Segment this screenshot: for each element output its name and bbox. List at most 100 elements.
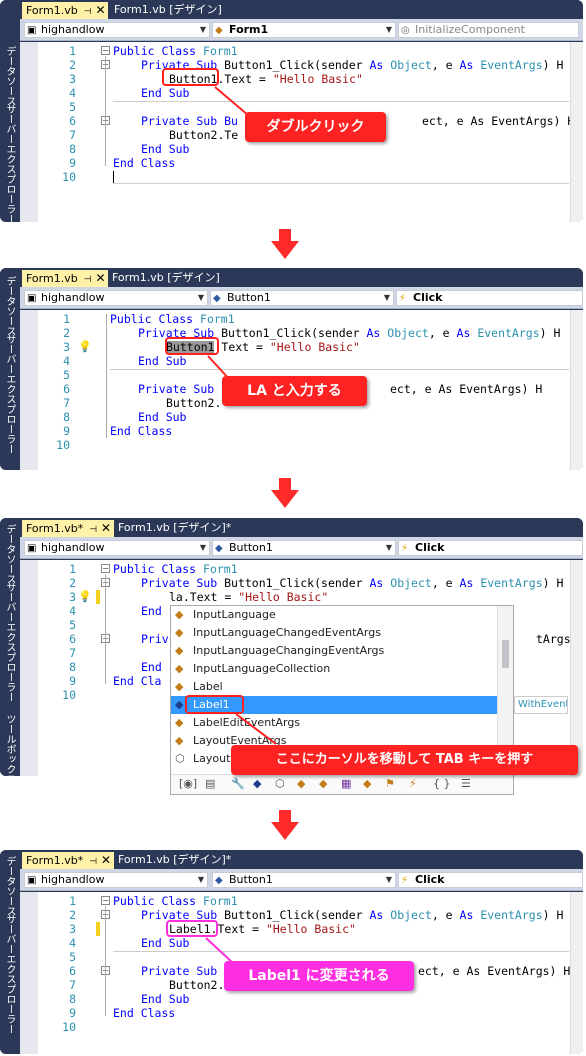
vertical-scrollbar[interactable] [570, 892, 583, 1054]
class-combo[interactable]: ◆ Button1 ▼ [210, 290, 394, 306]
project-combo[interactable]: ▣ highandlow ▼ [24, 22, 210, 38]
line-number: 6 [63, 382, 70, 396]
line-number: 2 [63, 326, 70, 340]
list-item[interactable]: ◆ InputLanguageCollection [171, 660, 497, 678]
filter-icon[interactable]: ◆ [319, 777, 327, 790]
type-name: EventArgs [477, 326, 540, 340]
vertical-scrollbar[interactable] [570, 42, 583, 222]
tab-form1-designer[interactable]: Form1.vb [デザイン]* [114, 852, 235, 869]
line-number: 1 [69, 562, 76, 576]
server-explorer-tab[interactable]: サーバーエクスプローラー [2, 582, 17, 702]
editor-gutter [20, 892, 38, 1054]
project-combo[interactable]: ▣ highandlow ▼ [24, 872, 208, 888]
line-number: 6 [69, 114, 76, 128]
code-line: End Sub [138, 354, 187, 368]
lightbulb-icon[interactable]: 💡 [78, 590, 92, 603]
tab-form1-vb[interactable]: Form1.vb ⊣ ✕ [22, 270, 108, 287]
data-sources-tab[interactable]: データソース [2, 276, 17, 336]
close-icon[interactable]: ✕ [101, 852, 111, 868]
class-combo[interactable]: ◆ Button1 ▼ [212, 872, 396, 888]
filter-icon[interactable]: [◉] [179, 777, 197, 790]
code-line: la.Text = "Hello Basic" [169, 590, 328, 604]
collapse-toggle[interactable]: − [101, 564, 110, 573]
filter-icon[interactable]: 🔧 [231, 777, 245, 790]
tab-label: Form1.vb* [26, 854, 84, 867]
list-item[interactable]: ◆ InputLanguage [171, 606, 497, 624]
vertical-scrollbar[interactable] [570, 560, 583, 776]
tab-label: Form1.vb [26, 4, 78, 17]
tab-form1-designer[interactable]: Form1.vb [デザイン] [108, 270, 224, 287]
line-number: 3 [69, 590, 76, 604]
tab-form1-designer[interactable]: Form1.vb [デザイン] [110, 2, 226, 19]
list-item[interactable]: ◆LabelEditEventArgs [171, 714, 497, 732]
data-sources-tab[interactable]: データソース [2, 46, 17, 106]
filter-icon[interactable]: ▦ [341, 777, 351, 790]
change-marker [96, 590, 100, 604]
filter-icon[interactable]: ◆ [253, 777, 261, 790]
line-number: 4 [69, 936, 76, 950]
lightning-icon: ⚡ [401, 875, 409, 886]
collapse-toggle[interactable]: − [101, 46, 110, 55]
down-arrow-icon [271, 229, 299, 259]
class-combo[interactable]: ◆ Button1 ▼ [212, 540, 396, 556]
project-combo[interactable]: ▣ highandlow ▼ [24, 290, 208, 306]
filter-icon[interactable]: ⬡ [275, 777, 285, 790]
string-literal: "Hello Basic" [238, 590, 329, 604]
line-number: 9 [69, 674, 76, 688]
keyword: As [369, 908, 391, 922]
tool-window-sidebar: データソース サーバーエクスプローラー [0, 0, 20, 222]
callout-changed-to-label1: Label1 に変更される [224, 961, 414, 991]
tab-form1-designer[interactable]: Form1.vb [デザイン]* [114, 520, 235, 537]
type-name: Object [390, 576, 432, 590]
tab-form1-vb[interactable]: Form1.vb* ⊣ ✕ [22, 520, 114, 537]
line-number: 3 [69, 72, 76, 86]
list-item[interactable]: ◆ InputLanguageChangedEventArgs [171, 624, 497, 642]
navigation-bar: ▣ highandlow ▼ ◆ Button1 ▼ ⚡ Click [20, 287, 583, 309]
server-explorer-tab[interactable]: サーバーエクスプローラー [2, 334, 17, 454]
method-combo[interactable]: ◎ InitializeComponent [398, 22, 579, 38]
filter-icon[interactable]: { } [433, 777, 451, 790]
lightbulb-icon[interactable]: 💡 [78, 340, 92, 353]
server-explorer-tab[interactable]: サーバーエクスプローラー [2, 104, 17, 222]
class-combo[interactable]: ◆ Form1 ▼ [212, 22, 396, 38]
pin-icon[interactable]: ⊣ [84, 4, 92, 20]
close-icon[interactable]: ✕ [96, 270, 106, 286]
tab-form1-vb[interactable]: Form1.vb ⊣ ✕ [22, 2, 108, 19]
close-icon[interactable]: ✕ [96, 2, 106, 18]
server-explorer-tab[interactable]: サーバーエクスプローラー [2, 914, 17, 1034]
pin-icon[interactable]: ⊣ [89, 522, 97, 538]
data-sources-tab[interactable]: データソース [2, 856, 17, 916]
project-combo[interactable]: ▣ highandlow ▼ [24, 540, 210, 556]
list-item[interactable]: ◆ Label [171, 678, 497, 696]
vertical-scrollbar[interactable] [570, 310, 583, 470]
filter-icon[interactable]: ◆ [297, 777, 305, 790]
filter-icon[interactable]: ◆ [363, 777, 371, 790]
filter-icon[interactable]: ⚑ [385, 777, 395, 790]
class-icon: ◆ [175, 608, 184, 621]
collapse-toggle[interactable]: − [101, 896, 110, 905]
filter-icon[interactable]: ☰ [461, 777, 471, 790]
close-icon[interactable]: ✕ [101, 520, 111, 536]
method-combo[interactable]: ⚡ Click [398, 872, 583, 888]
data-sources-tab[interactable]: データソース [2, 524, 17, 584]
item-label: InputLanguageChangedEventArgs [193, 626, 381, 639]
fold-guide [105, 56, 106, 166]
keyword: Public Class [113, 44, 204, 58]
code-line: Private Sub [138, 382, 214, 396]
method-combo-value: InitializeComponent [415, 23, 525, 36]
pin-icon[interactable]: ⊣ [84, 272, 92, 288]
list-item[interactable]: ◆ InputLanguageChangingEventArgs [171, 642, 497, 660]
vb-project-icon: ▣ [27, 293, 37, 304]
code-line: End Cla [113, 674, 162, 688]
filter-icon[interactable]: ⚡ [409, 777, 417, 790]
tab-form1-vb[interactable]: Form1.vb* ⊣ ✕ [22, 852, 114, 869]
filter-icon[interactable]: ▤ [205, 777, 215, 790]
code-text: ) H [542, 58, 564, 72]
method-combo[interactable]: ⚡ Click [396, 290, 583, 306]
method-combo[interactable]: ⚡ Click [398, 540, 583, 556]
navigation-bar: ▣ highandlow ▼ ◆ Form1 ▼ ◎ InitializeComponen… [20, 19, 583, 41]
scroll-thumb[interactable] [502, 640, 509, 668]
pin-icon[interactable]: ⊣ [89, 854, 97, 870]
line-number: 8 [69, 992, 76, 1006]
toolbox-tab[interactable]: ツールボックス [2, 714, 17, 776]
